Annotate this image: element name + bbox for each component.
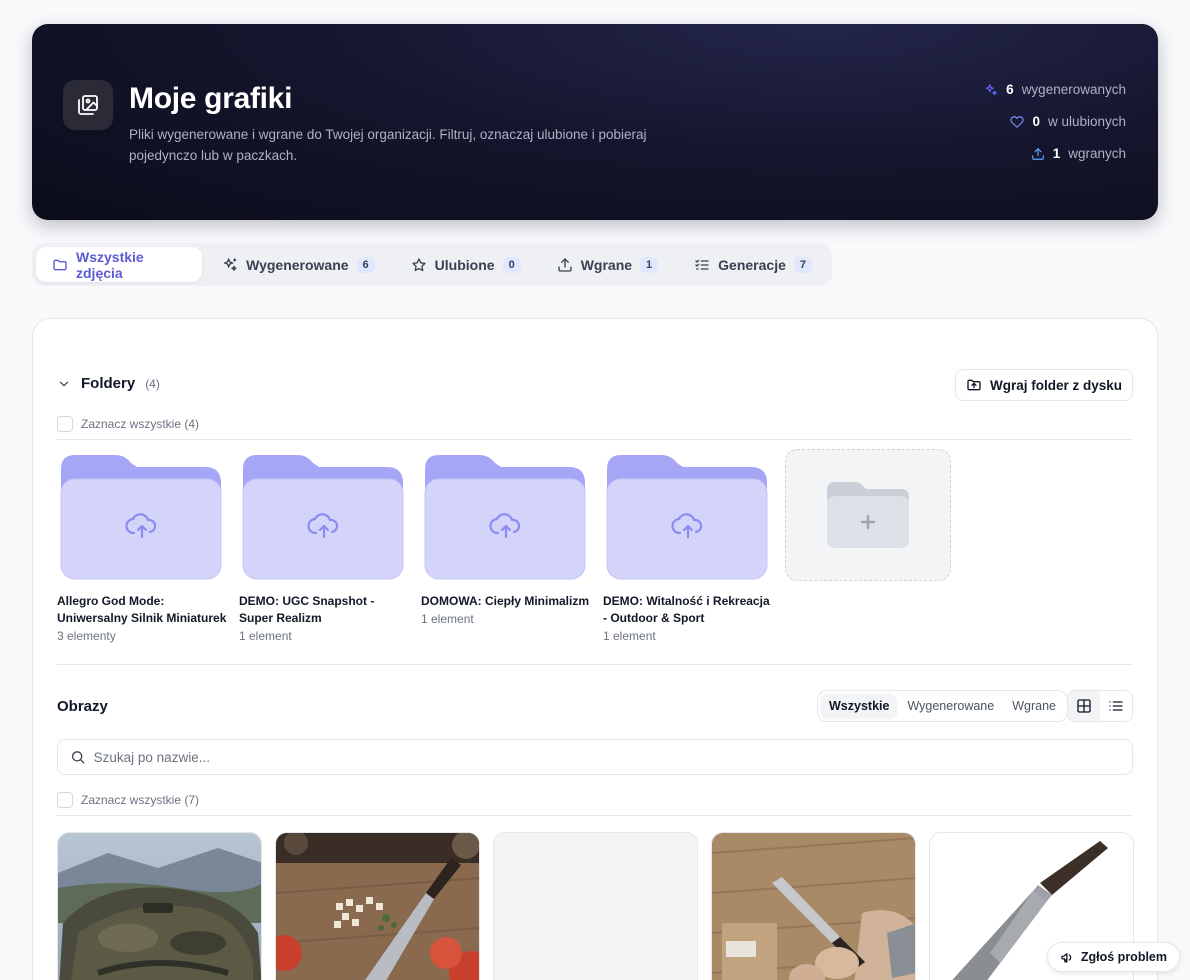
folder-name: DOMOWA: Ciepły Minimalizm: [421, 594, 590, 608]
page-title: Moje grafiki: [129, 82, 293, 115]
folder-item-count: 1 element: [603, 629, 656, 643]
select-all-images-label: Zaznacz wszystkie (7): [81, 793, 200, 807]
tab-label: Wygenerowane: [246, 256, 349, 273]
search-input[interactable]: [93, 749, 1120, 765]
list-view-button[interactable]: [1100, 691, 1132, 721]
stat-favorites: 0 w ulubionych: [1010, 112, 1126, 131]
folder-card[interactable]: DEMO: Witalność i Rekreacja - Outdoor & …: [603, 453, 773, 643]
image-thumbnail-placeholder[interactable]: [493, 832, 698, 980]
folders-section-header[interactable]: Foldery (4): [57, 375, 160, 392]
knife-cutting-board-photo: [276, 833, 479, 980]
search-bar: [57, 739, 1133, 775]
folder-item-count: 3 elementy: [57, 629, 116, 643]
backpack-photo: [58, 833, 261, 980]
divider: [57, 664, 1133, 665]
folder-icon: [606, 455, 768, 580]
folder-card[interactable]: Allegro God Mode: Uniwersalny Silnik Min…: [57, 453, 227, 643]
tab-label: Generacje: [718, 256, 786, 273]
grid-view-button[interactable]: [1068, 691, 1100, 721]
tab-count-badge: 0: [502, 256, 521, 273]
folder-upload-icon: [967, 379, 981, 391]
chevron-down-icon[interactable]: [57, 377, 71, 391]
list-icon: [1109, 701, 1123, 711]
images-title: Obrazy: [57, 698, 108, 715]
select-all-folders-label: Zaznacz wszystkie (4): [81, 417, 200, 431]
report-problem-label: Zgłoś problem: [1080, 950, 1167, 964]
divider: [57, 815, 1133, 816]
upload-folder-label: Wgraj folder z dysku: [989, 377, 1122, 393]
upload-icon: [1031, 147, 1044, 160]
images-section-header: Obrazy: [57, 698, 108, 715]
new-folder-button[interactable]: [785, 449, 951, 581]
filter-all[interactable]: Wszystkie: [821, 694, 898, 718]
folder-icon: [60, 455, 222, 580]
header-banner: Moje grafiki Pliki wygenerowane i wgrane…: [32, 24, 1158, 220]
tab-count-badge: 7: [793, 256, 812, 273]
tab-bar: Wszystkie zdjęcia Wygenerowane 6 Ulubion…: [32, 243, 832, 286]
select-all-folders[interactable]: Zaznacz wszystkie (4): [57, 416, 199, 432]
folder-icon: [424, 455, 586, 580]
list-checks-icon: [695, 259, 709, 270]
tab-uploaded[interactable]: Wgrane 1: [541, 247, 674, 282]
upload-folder-button[interactable]: Wgraj folder z dysku: [954, 369, 1133, 401]
sparkles-icon: [985, 83, 998, 95]
page-description: Pliki wygenerowane i wgrane do Twojej or…: [129, 127, 647, 163]
folders-count: (4): [145, 376, 160, 391]
megaphone-icon: [1061, 952, 1072, 962]
select-all-images[interactable]: Zaznacz wszystkie (7): [57, 792, 199, 808]
content-card: Foldery (4) Wgraj folder z dysku Zaznacz…: [32, 318, 1158, 980]
folder-item-count: 1 element: [239, 629, 292, 643]
stat-uploaded: 1 wgranych: [1031, 144, 1126, 163]
view-toggle: [1067, 690, 1133, 722]
checkbox[interactable]: [57, 792, 73, 808]
tab-generated[interactable]: Wygenerowane 6: [206, 247, 391, 282]
tab-count-badge: 6: [356, 256, 375, 273]
star-icon: [412, 257, 426, 271]
tab-count-badge: 1: [640, 256, 659, 273]
image-thumbnail[interactable]: [711, 832, 916, 980]
stats-list: 6 wygenerowanych 0 w ulubionych 1 wgrany…: [984, 80, 1126, 163]
divider: [57, 439, 1133, 440]
folder-name: DEMO: UGC Snapshot - Super Realizm: [239, 594, 375, 625]
search-icon: [71, 751, 85, 764]
tab-label: Wgrane: [580, 256, 633, 273]
report-problem-button[interactable]: Zgłoś problem: [1046, 942, 1180, 972]
filter-uploaded[interactable]: Wgrane: [1004, 694, 1064, 718]
tab-label: Wszystkie zdjęcia: [76, 248, 144, 281]
tab-favorites[interactable]: Ulubione 0: [395, 247, 537, 282]
folder-plus-icon: [827, 482, 909, 548]
image-thumbnail[interactable]: [57, 832, 262, 980]
tab-generations[interactable]: Generacje 7: [678, 247, 828, 282]
hands-knife-photo: [712, 833, 915, 980]
folder-card[interactable]: DEMO: UGC Snapshot - Super Realizm 1 ele…: [239, 453, 409, 643]
folders-title: Foldery: [81, 375, 136, 392]
folder-name: Allegro God Mode: Uniwersalny Silnik Min…: [57, 594, 227, 625]
tab-label: Ulubione: [434, 256, 495, 273]
image-thumbnail[interactable]: [275, 832, 480, 980]
folder-icon: [242, 455, 404, 580]
grid-icon: [1077, 699, 1091, 713]
checkbox[interactable]: [57, 416, 73, 432]
image-gallery-icon: [63, 80, 113, 130]
folder-item-count: 1 element: [421, 612, 474, 626]
upload-icon: [558, 257, 572, 272]
folder-card[interactable]: DOMOWA: Ciepły Minimalizm 1 element: [421, 453, 591, 626]
heart-icon: [1010, 115, 1025, 128]
stat-generated: 6 wygenerowanych: [984, 80, 1126, 99]
filter-generated[interactable]: Wygenerowane: [899, 694, 1002, 718]
sparkles-icon: [224, 257, 237, 271]
folder-name: DEMO: Witalność i Rekreacja - Outdoor & …: [603, 594, 770, 625]
source-filter: Wszystkie Wygenerowane Wgrane: [817, 690, 1068, 722]
tab-all-images[interactable]: Wszystkie zdjęcia: [36, 247, 203, 282]
folder-icon: [53, 259, 67, 270]
